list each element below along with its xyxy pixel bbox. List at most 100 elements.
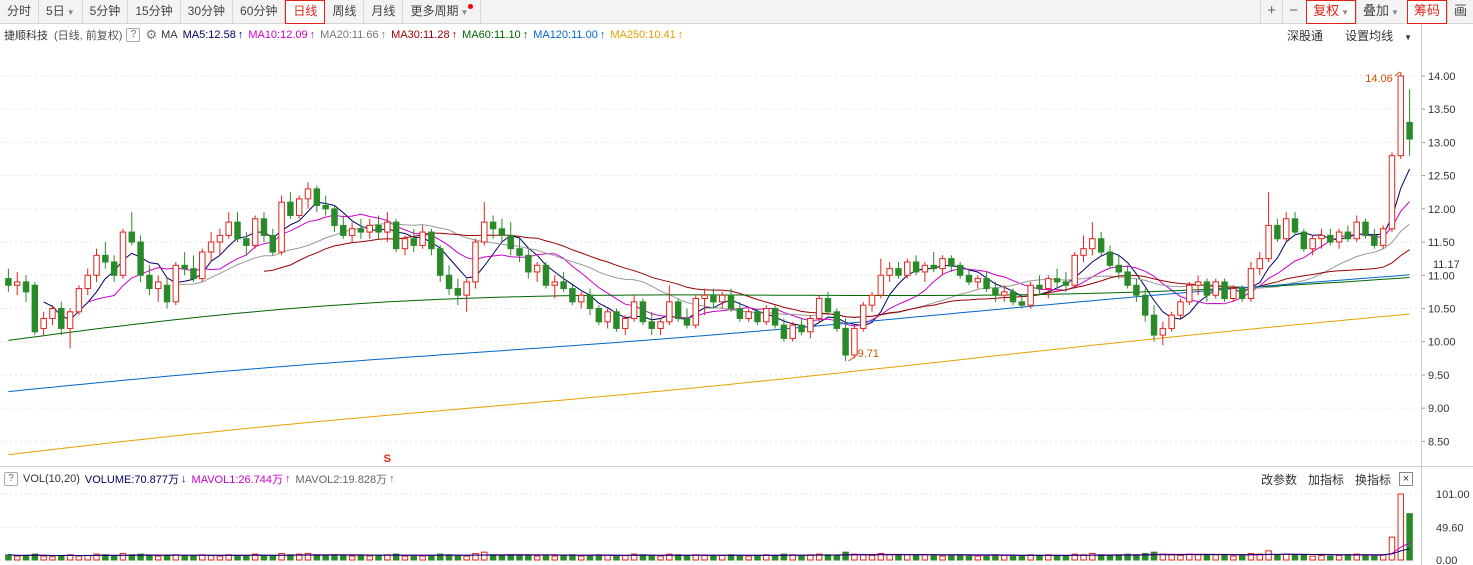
tab-label: 月线	[371, 4, 396, 18]
tab-period-1[interactable]: 5日 ▼	[39, 0, 83, 24]
volume-bar	[5, 554, 12, 561]
info-marker-icon[interactable]: ⇕	[1176, 46, 1184, 49]
price-chart[interactable]: 14.00 13.50 13.00 12.50 12.00 11.50 11.00 10.50…	[0, 46, 1473, 466]
arrow-up-icon: ↑	[599, 29, 606, 41]
candle	[1133, 278, 1140, 302]
fuquan-dropdown[interactable]: 复权 ▼	[1306, 0, 1357, 24]
volume-bar	[1062, 555, 1070, 561]
tab-period-7[interactable]: 周线	[325, 0, 365, 24]
volume-bar	[859, 554, 867, 561]
volume-bar	[701, 554, 708, 561]
star-marker-icon[interactable]: ✱	[753, 46, 761, 49]
volume-bar	[181, 555, 188, 561]
info-marker-icon[interactable]: ⇕	[92, 46, 100, 49]
arrow-up-icon: ↑	[389, 473, 395, 485]
add-indicator-button[interactable]: 加指标	[1308, 471, 1344, 488]
volume-bar	[1168, 554, 1175, 561]
candle	[472, 238, 479, 289]
candle	[1150, 305, 1158, 342]
star-marker-icon[interactable]: ✱	[357, 46, 365, 49]
candle	[1036, 275, 1043, 296]
candle	[789, 321, 796, 342]
candle	[1379, 225, 1387, 249]
candle	[586, 288, 594, 316]
volume-bar	[974, 555, 982, 561]
volume-bar	[154, 555, 162, 561]
volume-bar	[22, 554, 30, 561]
volume-bar	[1300, 554, 1308, 561]
volume-bar	[939, 555, 946, 561]
volume-bar	[1282, 553, 1290, 561]
arrow-up-icon: ↑	[237, 29, 244, 41]
star-marker-icon[interactable]: ✱	[225, 46, 233, 49]
volume-bar	[75, 555, 83, 561]
tab-period-2[interactable]: 5分钟	[83, 0, 129, 24]
candle	[1168, 311, 1175, 332]
candle	[366, 218, 373, 239]
info-marker-icon[interactable]: ⇕	[1335, 46, 1343, 49]
volume-legend: ? VOL(10,20) VOLUME:70.877万 ↓ MAVOL1:26.…	[0, 468, 1420, 490]
star-marker-icon[interactable]: ✱	[1405, 46, 1413, 49]
star-marker-icon[interactable]: ✱	[119, 46, 127, 49]
tab-period-0[interactable]: 分时	[0, 0, 40, 24]
star-marker-icon[interactable]: ✱	[1044, 46, 1052, 49]
tab-period-4[interactable]: 30分钟	[181, 0, 234, 24]
volume-bar	[13, 555, 21, 561]
info-marker-icon[interactable]: ⇕	[947, 46, 955, 49]
switch-indicator-button[interactable]: 换指标	[1355, 471, 1391, 488]
candle	[1106, 245, 1114, 269]
info-marker-icon[interactable]: ⇕	[780, 46, 788, 49]
volume-bar	[736, 554, 744, 561]
ma-line-ma120	[8, 274, 1410, 393]
tab-period-6[interactable]: 日线	[285, 0, 326, 24]
chips-button[interactable]: 筹码	[1406, 0, 1447, 24]
tab-period-5[interactable]: 60分钟	[233, 0, 286, 24]
volume-bar	[754, 554, 761, 561]
volume-chart[interactable]: 101.00 49.60 0.00	[0, 490, 1473, 565]
gear-icon[interactable]: ⚙	[145, 27, 157, 43]
set-ma-label: 设置均线	[1345, 28, 1394, 43]
vol-tick-label: 49.60	[1436, 523, 1464, 535]
ma-text: MA120:11.00	[533, 29, 598, 41]
y-tick-label: 13.50	[1428, 104, 1456, 116]
y-tick-label: 9.00	[1428, 403, 1449, 415]
volume-bar	[710, 555, 717, 561]
tab-period-8[interactable]: 月线	[364, 0, 404, 24]
close-icon[interactable]: ×	[1399, 472, 1413, 486]
candle	[102, 242, 109, 269]
volume-bar	[472, 552, 479, 561]
tab-period-9[interactable]: 更多周期 ▼	[403, 0, 482, 24]
star-marker-icon[interactable]: ✱	[885, 46, 893, 49]
overlay-dropdown[interactable]: 叠加 ▼	[1356, 0, 1405, 24]
candle	[163, 278, 171, 309]
info-marker-icon[interactable]: ⇕	[392, 46, 400, 49]
volume-bar	[454, 554, 462, 561]
sgt-button[interactable]: 深股通	[1287, 27, 1323, 44]
volume-bar	[1203, 554, 1211, 561]
help-icon[interactable]: ?	[126, 28, 141, 42]
candle	[154, 275, 162, 302]
zoom-out-button[interactable]: −	[1282, 0, 1304, 24]
info-marker-icon[interactable]: ⇕	[180, 46, 188, 49]
event-marker-icon[interactable]: S	[384, 453, 391, 465]
help-icon[interactable]: ?	[4, 472, 18, 486]
info-marker-icon[interactable]: ⇕	[295, 46, 303, 49]
edit-params-button[interactable]: 改参数	[1261, 471, 1297, 488]
candle	[1177, 298, 1184, 319]
candle	[1097, 232, 1105, 256]
candle	[190, 255, 197, 282]
volume-bar	[234, 554, 241, 561]
candle	[710, 288, 717, 309]
pane-divider	[0, 466, 1473, 467]
candle	[5, 268, 12, 292]
zoom-in-button[interactable]: +	[1260, 0, 1282, 24]
star-marker-icon[interactable]: ✱	[1203, 46, 1211, 49]
star-marker-icon[interactable]: ✱	[1397, 46, 1405, 49]
volume-bar	[1106, 554, 1114, 561]
volume-bar	[163, 554, 171, 561]
tab-period-3[interactable]: 15分钟	[128, 0, 181, 24]
draw-button[interactable]: 画	[1446, 0, 1473, 24]
set-ma-button[interactable]: 设置均线 ▼	[1334, 27, 1412, 44]
volume-bar	[1089, 552, 1096, 561]
volume-bar	[1212, 554, 1219, 561]
